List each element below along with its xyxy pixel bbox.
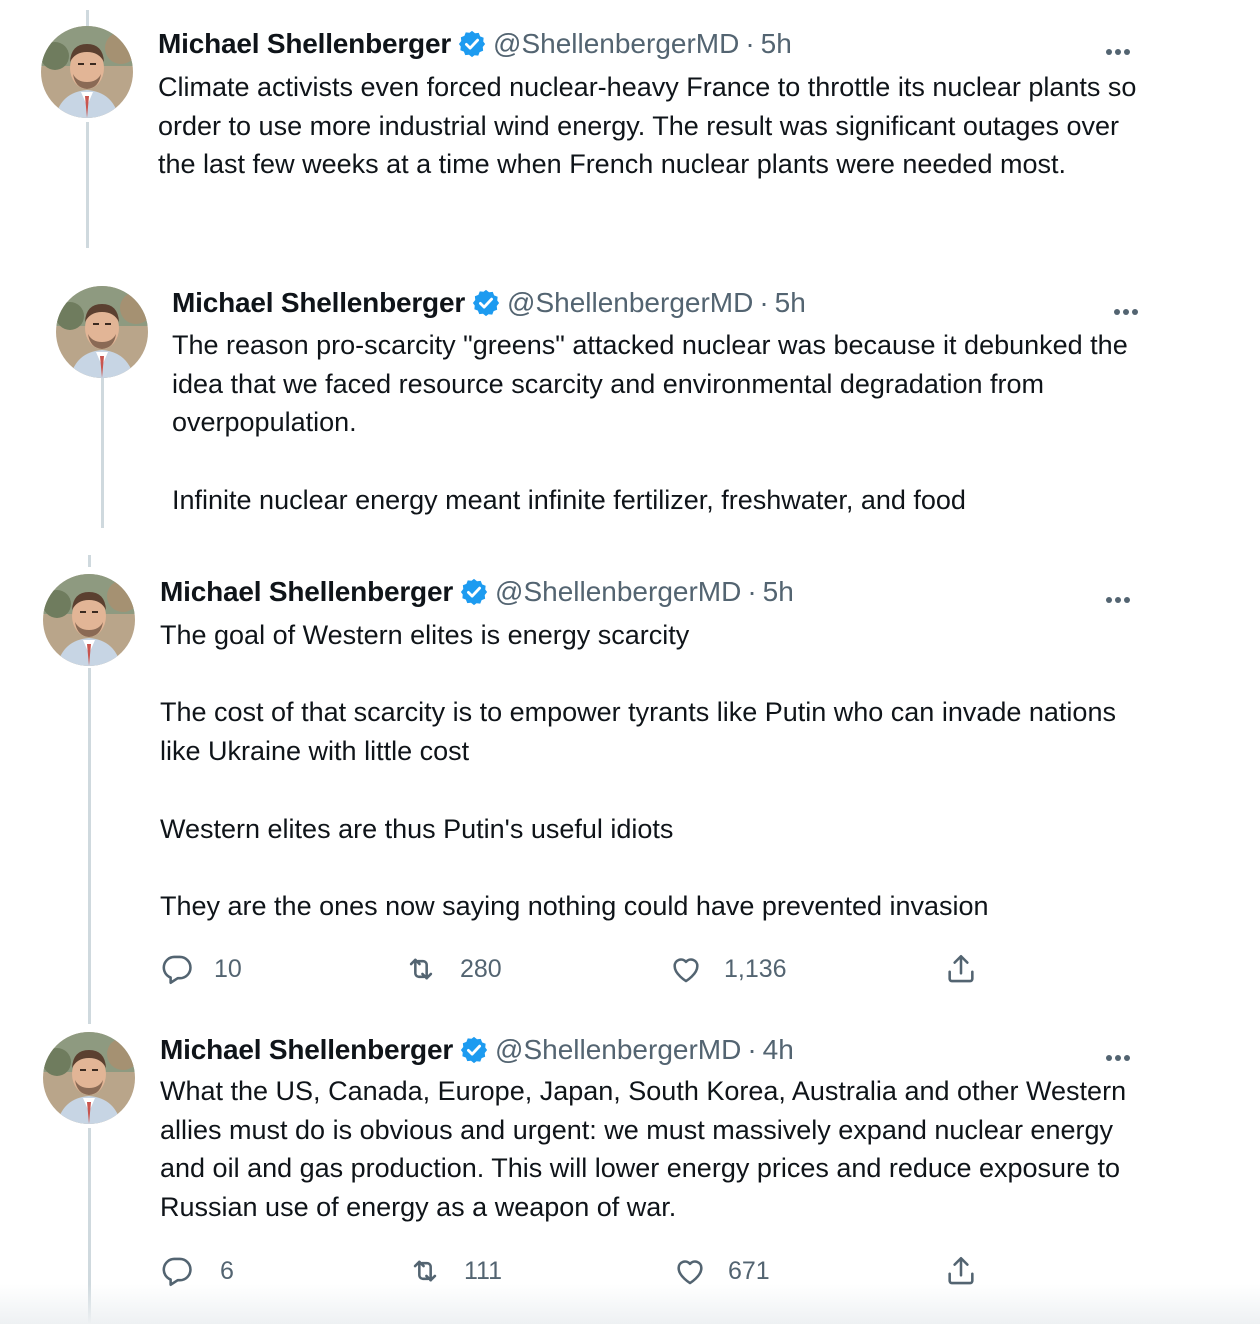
retweet-count: 280 <box>460 954 502 983</box>
retweet-count: 111 <box>464 1256 503 1285</box>
heart-icon <box>668 952 704 986</box>
reply-button[interactable]: 6 <box>160 1254 234 1288</box>
timestamp[interactable]: 4h <box>763 1033 794 1067</box>
reply-icon <box>160 1254 194 1288</box>
author-handle[interactable]: @ShellenbergerMD <box>495 1033 741 1067</box>
separator: · <box>747 576 757 607</box>
timestamp[interactable]: 5h <box>761 27 792 61</box>
reply-button[interactable]: 10 <box>160 952 242 986</box>
share-icon <box>944 1254 978 1288</box>
avatar[interactable] <box>41 26 133 118</box>
bottom-fade <box>0 1284 1260 1324</box>
verified-icon <box>459 577 489 607</box>
retweet-icon <box>402 952 440 986</box>
more-options-icon[interactable] <box>1104 36 1131 56</box>
tweet-header: Michael Shellenberger @ShellenbergerMD ·… <box>172 286 806 320</box>
author-name[interactable]: Michael Shellenberger <box>160 1033 453 1067</box>
more-options-icon[interactable] <box>1104 1042 1131 1062</box>
more-options-icon[interactable] <box>1104 584 1131 604</box>
share-button[interactable] <box>944 1254 978 1288</box>
tweet-text: Climate activists even forced nuclear-he… <box>158 72 1137 180</box>
reply-icon <box>160 952 194 986</box>
retweet-button[interactable]: 111 <box>406 1254 502 1288</box>
retweet-icon <box>406 1254 444 1288</box>
tweet-text: What the US, Canada, Europe, Japan, Sout… <box>160 1076 1127 1223</box>
verified-icon <box>459 1035 489 1065</box>
author-handle[interactable]: @ShellenbergerMD <box>493 27 739 61</box>
author-handle[interactable]: @ShellenbergerMD <box>495 575 741 609</box>
timestamp[interactable]: 5h <box>775 286 806 320</box>
tweet[interactable]: Michael Shellenberger @ShellenbergerMD ·… <box>0 560 1260 1000</box>
like-count: 1,136 <box>724 954 787 983</box>
tweet[interactable]: Michael Shellenberger @ShellenbergerMD ·… <box>0 1018 1260 1308</box>
tweet-header: Michael Shellenberger @ShellenbergerMD ·… <box>160 575 794 609</box>
retweet-button[interactable]: 280 <box>402 952 502 986</box>
tweet-header: Michael Shellenberger @ShellenbergerMD ·… <box>158 27 792 61</box>
separator: · <box>759 287 769 318</box>
tweet-text: The goal of Western elites is energy sca… <box>160 620 1116 921</box>
reply-count: 6 <box>220 1256 234 1285</box>
tweet[interactable]: Michael Shellenberger @ShellenbergerMD ·… <box>0 262 1260 532</box>
tweet-text: The reason pro-scarcity "greens" attacke… <box>172 330 1128 515</box>
separator: · <box>747 1034 757 1065</box>
avatar[interactable] <box>43 1032 135 1124</box>
verified-icon <box>471 288 501 318</box>
like-count: 671 <box>728 1256 770 1285</box>
like-button[interactable]: 671 <box>672 1254 770 1288</box>
author-name[interactable]: Michael Shellenberger <box>158 27 451 61</box>
like-button[interactable]: 1,136 <box>668 952 787 986</box>
heart-icon <box>672 1254 708 1288</box>
share-icon <box>944 952 978 986</box>
avatar[interactable] <box>56 286 148 378</box>
author-name[interactable]: Michael Shellenberger <box>172 286 465 320</box>
author-name[interactable]: Michael Shellenberger <box>160 575 453 609</box>
verified-icon <box>457 29 487 59</box>
author-handle[interactable]: @ShellenbergerMD <box>507 286 753 320</box>
avatar[interactable] <box>43 574 135 666</box>
timestamp[interactable]: 5h <box>763 575 794 609</box>
more-options-icon[interactable] <box>1112 296 1139 316</box>
share-button[interactable] <box>944 952 978 986</box>
tweet[interactable]: Michael Shellenberger @ShellenbergerMD ·… <box>0 0 1260 250</box>
tweet-header: Michael Shellenberger @ShellenbergerMD ·… <box>160 1033 794 1067</box>
separator: · <box>745 28 755 59</box>
reply-count: 10 <box>214 954 242 983</box>
